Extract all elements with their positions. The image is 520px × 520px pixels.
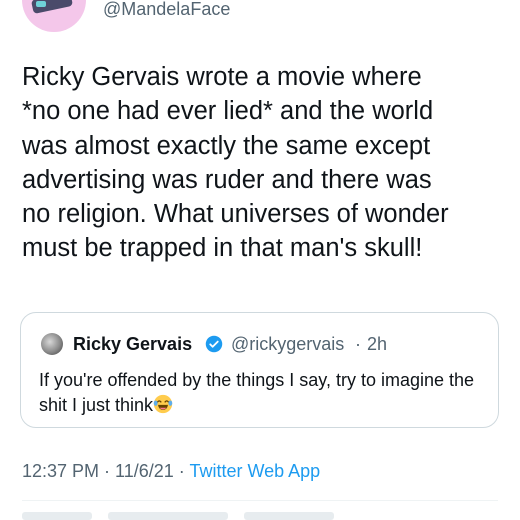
stat-placeholder	[244, 512, 334, 520]
stat-placeholder	[108, 512, 228, 520]
engagement-stats-row	[22, 512, 498, 520]
quoted-tweet-text: If you're offended by the things I say, …	[39, 368, 489, 418]
quoted-author-handle[interactable]: @rickygervais	[231, 333, 344, 355]
face-with-tears-of-joy-icon	[153, 394, 173, 414]
avatar-art	[36, 1, 46, 7]
tweet-meta: 12:37 PM · 11/6/21 · Twitter Web App	[22, 459, 320, 483]
meta-separator: ·	[173, 461, 190, 481]
tweet-time[interactable]: 12:37 PM	[22, 461, 99, 481]
divider	[22, 500, 498, 501]
tweet-date[interactable]: 11/6/21	[115, 461, 174, 481]
quoted-author-name[interactable]: Ricky Gervais	[73, 333, 192, 355]
quoted-tweet-card[interactable]: Ricky Gervais @rickygervais · 2h If you'…	[20, 312, 499, 428]
author-avatar[interactable]	[22, 0, 86, 32]
tweet-text: Ricky Gervais wrote a movie where *no on…	[22, 63, 449, 263]
tweet-source-link[interactable]: Twitter Web App	[189, 461, 320, 481]
author-handle[interactable]: @MandelaFace	[103, 0, 230, 20]
stat-placeholder	[22, 512, 92, 520]
verified-badge-icon	[205, 335, 223, 353]
quoted-timestamp[interactable]: 2h	[367, 333, 387, 355]
meta-separator: ·	[99, 461, 116, 481]
quoted-tweet-text-content: If you're offended by the things I say, …	[39, 370, 475, 415]
quoted-author-avatar[interactable]	[41, 333, 63, 355]
quoted-separator: ·	[355, 334, 361, 354]
